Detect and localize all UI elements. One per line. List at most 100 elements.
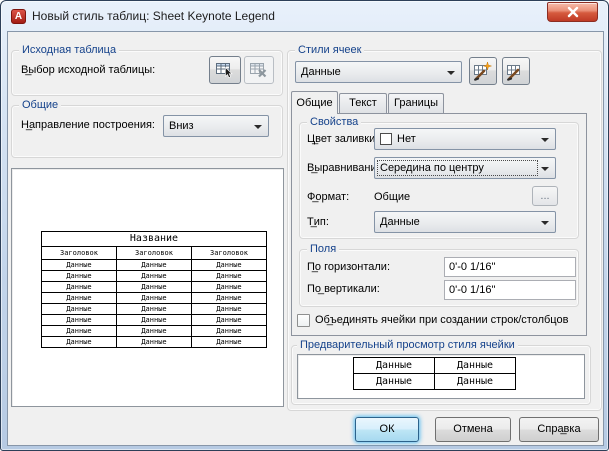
legend-data-row: Данные Данные Данные: [41, 281, 267, 293]
legend-table: Название Заголовок Заголовок Заголовок Данны…: [41, 231, 267, 348]
titlebar[interactable]: A Новый стиль таблиц: Sheet Keynote Lege…: [1, 1, 608, 31]
window-title: Новый стиль таблиц: Sheet Keynote Legend: [32, 9, 275, 23]
format-ellipsis-label: ...: [540, 190, 550, 202]
cancel-button-label: Отмена: [453, 423, 493, 435]
table-cursor-icon: [216, 63, 233, 78]
source-table-group-title: Исходная таблица: [19, 44, 120, 56]
legend-data-row: Данные Данные Данные: [41, 336, 267, 348]
merge-cells-label: Об̲ъединять ячейки при создании строк/ст…: [315, 314, 569, 326]
white-color-swatch: [380, 133, 392, 145]
legend-data-cell: Данные: [116, 303, 192, 315]
source-table-label: В̲ыбор исходной таблицы:: [21, 64, 156, 76]
legend-header-cell: Заголовок: [41, 246, 117, 260]
legend-data-cell: Данные: [41, 281, 117, 293]
chevron-down-icon: [254, 125, 262, 129]
vertical-margin-label: По̲ вертикали:: [307, 283, 380, 295]
chevron-down-icon: [541, 138, 549, 142]
tab-text-label: Текст: [349, 97, 377, 109]
legend-data-row: Данные Данные Данные: [41, 259, 267, 271]
cell-preview-cell: Данные: [353, 373, 435, 390]
margins-group-title: Поля: [307, 243, 340, 255]
direction-combo[interactable]: Вниз: [163, 115, 269, 137]
legend-data-cell: Данные: [116, 270, 192, 282]
cancel-button[interactable]: Отмена: [435, 417, 511, 442]
format-value: Общие: [374, 191, 411, 203]
merge-cells-checkbox[interactable]: [297, 314, 310, 327]
horizontal-margin-input[interactable]: [444, 257, 576, 277]
format-ellipsis-button[interactable]: ...: [532, 186, 558, 206]
autocad-a-icon: A: [11, 9, 26, 24]
general-group-title: Общие: [19, 99, 62, 111]
cell-styles-group-title: Стили ячеек: [295, 44, 365, 56]
cell-preview-row: Данные Данные: [353, 373, 516, 390]
vertical-margin-input[interactable]: [444, 280, 576, 300]
fill-color-combo[interactable]: Нет: [374, 128, 556, 150]
alignment-combo[interactable]: Середина по центру: [374, 157, 556, 179]
legend-data-cell: Данные: [191, 314, 267, 326]
cell-preview-table: Данные Данные Данные Данные: [353, 357, 516, 390]
legend-data-cell: Данные: [41, 270, 117, 282]
legend-data-cell: Данные: [116, 336, 192, 348]
legend-data-cell: Данные: [41, 336, 117, 348]
ok-button[interactable]: ОК: [355, 417, 419, 442]
tab-general-label: Общие: [296, 97, 333, 109]
table-brush-icon: [507, 65, 520, 81]
cell-preview-row: Данные Данные: [353, 357, 516, 374]
legend-data-row: Данные Данные Данные: [41, 270, 267, 282]
new-table-style-dialog: A Новый стиль таблиц: Sheet Keynote Lege…: [0, 0, 609, 451]
legend-data-row: Данные Данные Данные: [41, 314, 267, 326]
tab-text[interactable]: Текст: [339, 93, 387, 113]
close-x-icon: [567, 6, 578, 18]
fill-color-label: Ц̲вет заливки:: [307, 133, 379, 145]
legend-data-cell: Данные: [116, 259, 192, 271]
tab-general[interactable]: Общие: [291, 91, 338, 114]
cell-style-combo-value: Данные: [301, 66, 341, 78]
legend-data-cell: Данные: [191, 292, 267, 304]
format-label: Ф̲ормат:: [307, 191, 350, 203]
legend-data-row: Данные Данные Данные: [41, 325, 267, 337]
chevron-down-icon: [541, 167, 549, 171]
legend-data-cell: Данные: [191, 259, 267, 271]
legend-data-row: Данные Данные Данные: [41, 292, 267, 304]
cell-style-preview-title: Предварительный просмотр стиля ячейки: [297, 339, 518, 351]
legend-title-row: Название: [41, 231, 267, 247]
remove-source-table-button: [244, 56, 274, 84]
legend-data-cell: Данные: [116, 314, 192, 326]
legend-data-cell: Данные: [41, 314, 117, 326]
legend-data-cell: Данные: [41, 259, 117, 271]
properties-group-title: Свойства: [307, 116, 362, 128]
cell-preview-cell: Данные: [353, 357, 435, 374]
focus-rectangle: [377, 160, 538, 176]
help-button[interactable]: Спра̲вка: [519, 417, 599, 442]
legend-title-cell: Название: [41, 231, 267, 247]
table-x-icon: [250, 63, 267, 78]
legend-data-cell: Данные: [191, 303, 267, 315]
legend-data-cell: Данные: [191, 270, 267, 282]
legend-header-cell: Заголовок: [191, 246, 267, 260]
horizontal-margin-label: П̲о горизонтали:: [307, 261, 390, 273]
manage-cell-styles-button[interactable]: [502, 57, 530, 85]
legend-data-cell: Данные: [191, 281, 267, 293]
direction-combo-value: Вниз: [169, 120, 194, 132]
table-brush-star-icon: [474, 61, 493, 81]
help-button-label: Спра̲вка: [537, 423, 581, 435]
legend-header-row: Заголовок Заголовок Заголовок: [41, 246, 267, 260]
tab-borders[interactable]: Границы: [388, 93, 444, 113]
select-source-table-button[interactable]: [209, 56, 241, 84]
close-button[interactable]: [547, 2, 598, 22]
legend-header-cell: Заголовок: [116, 246, 192, 260]
create-cell-style-button[interactable]: [469, 57, 497, 85]
legend-data-cell: Данные: [191, 336, 267, 348]
fill-color-combo-value: Нет: [397, 133, 416, 145]
legend-data-cell: Данные: [41, 303, 117, 315]
type-combo[interactable]: Данные: [374, 211, 556, 233]
chevron-down-icon: [447, 71, 455, 75]
cell-style-combo[interactable]: Данные: [295, 61, 462, 83]
cell-preview-cell: Данные: [434, 373, 516, 390]
legend-data-cell: Данные: [116, 292, 192, 304]
type-combo-value: Данные: [380, 216, 420, 228]
cell-preview-cell: Данные: [434, 357, 516, 374]
tab-borders-label: Границы: [394, 97, 438, 109]
ok-button-label: ОК: [379, 423, 395, 435]
legend-data-cell: Данные: [116, 325, 192, 337]
